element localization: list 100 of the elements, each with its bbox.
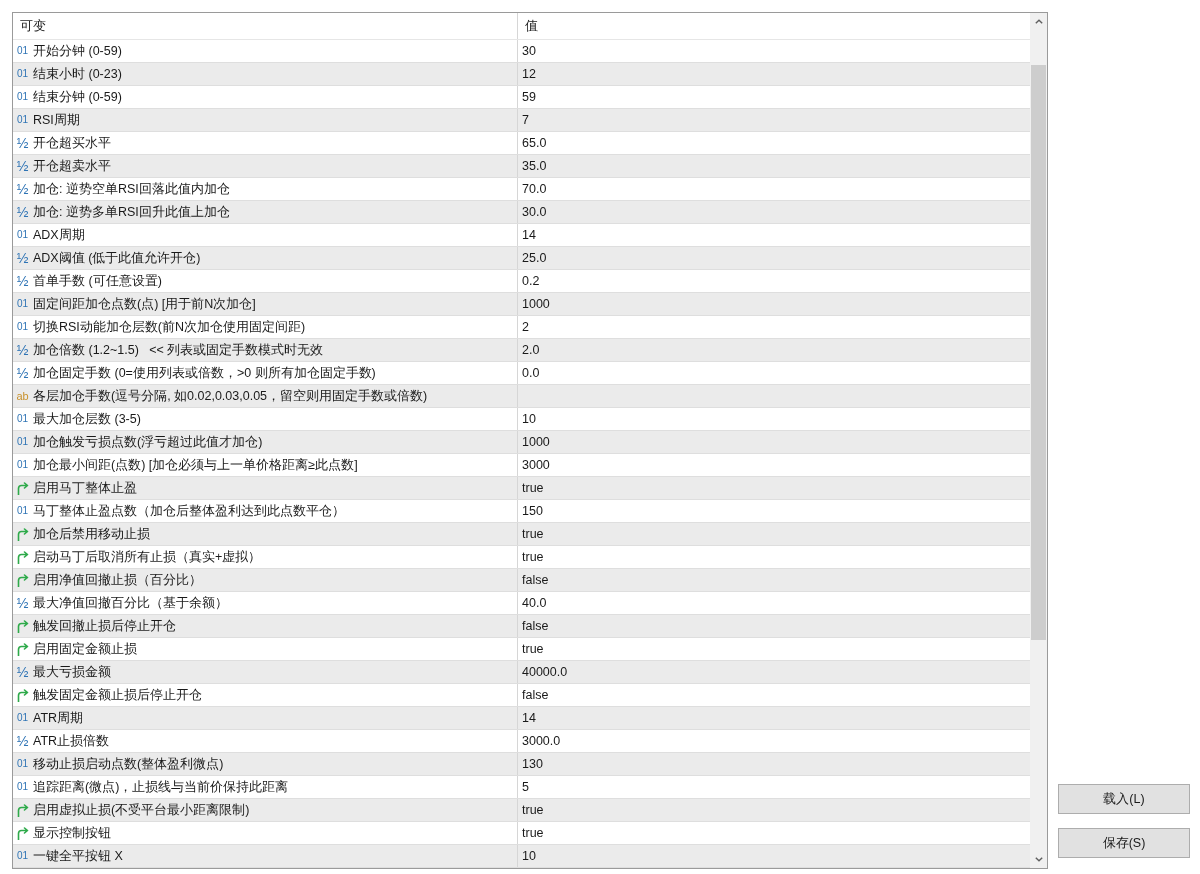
fraction-type-icon: ½ bbox=[16, 205, 29, 219]
variable-name: 加仓后禁用移动止损 bbox=[32, 526, 150, 542]
variable-value: 12 bbox=[522, 66, 536, 82]
variable-name: 马丁整体止盈点数（加仓后整体盈利达到此点数平仓） bbox=[32, 503, 345, 519]
variable-name: 移动止损启动点数(整体盈利微点) bbox=[32, 756, 224, 772]
variable-name: 加仓固定手数 (0=使用列表或倍数，>0 则所有加仓固定手数) bbox=[32, 365, 376, 381]
action-button[interactable]: 载入(L) bbox=[1058, 784, 1190, 814]
table-row[interactable]: 01 马丁整体止盈点数（加仓后整体盈利达到此点数平仓） 150 bbox=[13, 500, 1030, 523]
variable-value: 3000 bbox=[522, 457, 550, 473]
arrow-icon bbox=[16, 803, 29, 817]
variable-name: 触发固定金额止损后停止开仓 bbox=[32, 687, 202, 703]
table-row[interactable]: ½ ADX阈值 (低于此值允许开仓) 25.0 bbox=[13, 247, 1030, 270]
table-row[interactable]: 启用虚拟止损(不受平台最小距离限制) true bbox=[13, 799, 1030, 822]
column-header[interactable]: 值 bbox=[518, 13, 1030, 39]
fraction-type-icon: ½ bbox=[16, 734, 29, 748]
chevron-up-icon[interactable] bbox=[1034, 19, 1043, 24]
integer-type-icon: 01 bbox=[16, 91, 29, 103]
table-row[interactable]: 01 ATR周期 14 bbox=[13, 707, 1030, 730]
table-row[interactable]: 01 固定间距加仓点数(点) [用于前N次加仓] 1000 bbox=[13, 293, 1030, 316]
variable-value: 5 bbox=[522, 779, 529, 795]
variable-name: ATR周期 bbox=[32, 710, 84, 726]
variable-name: 启动马丁后取消所有止损（真实+虚拟） bbox=[32, 549, 262, 565]
integer-type-icon: 01 bbox=[16, 68, 29, 80]
variable-name: 启用固定金额止损 bbox=[32, 641, 137, 657]
variable-name: 加仓: 逆势多单RSI回升此值上加仓 bbox=[32, 204, 230, 220]
table-row[interactable]: ½ ATR止损倍数 3000.0 bbox=[13, 730, 1030, 753]
variable-name: 结束分钟 (0-59) bbox=[32, 89, 122, 105]
table-row[interactable]: ½ 最大净值回撤百分比（基于余额） 40.0 bbox=[13, 592, 1030, 615]
fraction-type-icon: ½ bbox=[16, 136, 29, 150]
fraction-type-icon: ½ bbox=[16, 665, 29, 679]
table-row[interactable]: 启用净值回撤止损（百分比） false bbox=[13, 569, 1030, 592]
variable-value: true bbox=[522, 641, 544, 657]
variable-value: 10 bbox=[522, 411, 536, 427]
arrow-icon bbox=[16, 550, 29, 564]
table-row[interactable]: 01 开始分钟 (0-59) 30 bbox=[13, 40, 1030, 63]
arrow-icon bbox=[16, 573, 29, 587]
table-row[interactable]: 启用马丁整体止盈 true bbox=[13, 477, 1030, 500]
variable-value: 30.0 bbox=[522, 204, 547, 220]
table-row[interactable]: 01 加仓触发亏损点数(浮亏超过此值才加仓) 1000 bbox=[13, 431, 1030, 454]
table-row[interactable]: 01 结束分钟 (0-59) 59 bbox=[13, 86, 1030, 109]
table-row[interactable]: ½ 加仓固定手数 (0=使用列表或倍数，>0 则所有加仓固定手数) 0.0 bbox=[13, 362, 1030, 385]
table-row[interactable]: 01 最大加仓层数 (3-5) 10 bbox=[13, 408, 1030, 431]
fraction-type-icon: ½ bbox=[16, 251, 29, 265]
table-row[interactable]: ½ 开仓超卖水平 35.0 bbox=[13, 155, 1030, 178]
table-row[interactable]: 01 移动止损启动点数(整体盈利微点) 130 bbox=[13, 753, 1030, 776]
chevron-down-icon[interactable] bbox=[1034, 857, 1043, 862]
variable-value: 65.0 bbox=[522, 135, 547, 151]
table-row[interactable]: 01 结束小时 (0-23) 12 bbox=[13, 63, 1030, 86]
variable-name: RSI周期 bbox=[32, 112, 80, 128]
table-row[interactable]: 启用固定金额止损 true bbox=[13, 638, 1030, 661]
variable-name: 开仓超买水平 bbox=[32, 135, 111, 151]
table-row[interactable]: 触发固定金额止损后停止开仓 false bbox=[13, 684, 1030, 707]
variable-name: 固定间距加仓点数(点) [用于前N次加仓] bbox=[32, 296, 256, 312]
table-row[interactable]: 01 切换RSI动能加仓层数(前N次加仓使用固定间距) 2 bbox=[13, 316, 1030, 339]
table-row[interactable]: 01 一键全平按钮 X 10 bbox=[13, 845, 1030, 868]
variable-name: 显示控制按钮 bbox=[32, 825, 111, 841]
variable-value: 14 bbox=[522, 710, 536, 726]
table-row[interactable]: 显示控制按钮 true bbox=[13, 822, 1030, 845]
table-row[interactable]: 触发回撤止损后停止开仓 false bbox=[13, 615, 1030, 638]
scrollbar[interactable] bbox=[1030, 13, 1047, 868]
table-row[interactable]: 01 追踪距离(微点)，止损线与当前价保持此距离 5 bbox=[13, 776, 1030, 799]
variable-name: 各层加仓手数(逗号分隔, 如0.02,0.03,0.05，留空则用固定手数或倍数) bbox=[32, 388, 428, 404]
table-row[interactable]: 加仓后禁用移动止损 true bbox=[13, 523, 1030, 546]
table-row[interactable]: ½ 最大亏损金额 40000.0 bbox=[13, 661, 1030, 684]
table-row[interactable]: 01 ADX周期 14 bbox=[13, 224, 1030, 247]
integer-type-icon: 01 bbox=[16, 850, 29, 862]
scrollbar-thumb[interactable] bbox=[1031, 65, 1046, 640]
variable-value: 40000.0 bbox=[522, 664, 568, 680]
integer-type-icon: 01 bbox=[16, 413, 29, 425]
variable-name: 触发回撤止损后停止开仓 bbox=[32, 618, 176, 634]
variable-value: 0.0 bbox=[522, 365, 540, 381]
table-row[interactable]: ½ 加仓: 逆势多单RSI回升此值上加仓 30.0 bbox=[13, 201, 1030, 224]
table-row[interactable]: ½ 首单手数 (可任意设置) 0.2 bbox=[13, 270, 1030, 293]
variable-value: 3000.0 bbox=[522, 733, 561, 749]
variable-name: ATR止损倍数 bbox=[32, 733, 110, 749]
variable-value: false bbox=[522, 572, 549, 588]
variable-value: 30 bbox=[522, 43, 536, 59]
table-row[interactable]: ½ 加仓倍数 (1.2~1.5) << 列表或固定手数模式时无效 2.0 bbox=[13, 339, 1030, 362]
variable-value: 1000 bbox=[522, 296, 550, 312]
table-row[interactable]: 启动马丁后取消所有止损（真实+虚拟） true bbox=[13, 546, 1030, 569]
integer-type-icon: 01 bbox=[16, 781, 29, 793]
variable-name: 加仓: 逆势空单RSI回落此值内加仓 bbox=[32, 181, 230, 197]
variable-value: false bbox=[522, 618, 549, 634]
variable-value: true bbox=[522, 825, 544, 841]
variable-value: true bbox=[522, 802, 544, 818]
variable-value: true bbox=[522, 480, 544, 496]
table-row[interactable]: ½ 加仓: 逆势空单RSI回落此值内加仓 70.0 bbox=[13, 178, 1030, 201]
action-button[interactable]: 保存(S) bbox=[1058, 828, 1190, 858]
arrow-icon bbox=[16, 481, 29, 495]
arrow-icon bbox=[16, 826, 29, 840]
fraction-type-icon: ½ bbox=[16, 182, 29, 196]
table-row[interactable]: 01 加仓最小间距(点数) [加仓必须与上一单价格距离≥此点数] 3000 bbox=[13, 454, 1030, 477]
variable-value: 35.0 bbox=[522, 158, 547, 174]
table-row[interactable]: 01 RSI周期 7 bbox=[13, 109, 1030, 132]
column-header[interactable]: 可变 bbox=[13, 13, 518, 39]
variable-name: 切换RSI动能加仓层数(前N次加仓使用固定间距) bbox=[32, 319, 306, 335]
variable-value: 0.2 bbox=[522, 273, 540, 289]
table-row[interactable]: ½ 开仓超买水平 65.0 bbox=[13, 132, 1030, 155]
variable-name: 加仓倍数 (1.2~1.5) << 列表或固定手数模式时无效 bbox=[32, 342, 324, 358]
table-row[interactable]: ab 各层加仓手数(逗号分隔, 如0.02,0.03,0.05，留空则用固定手数或倍数) bbox=[13, 385, 1030, 408]
